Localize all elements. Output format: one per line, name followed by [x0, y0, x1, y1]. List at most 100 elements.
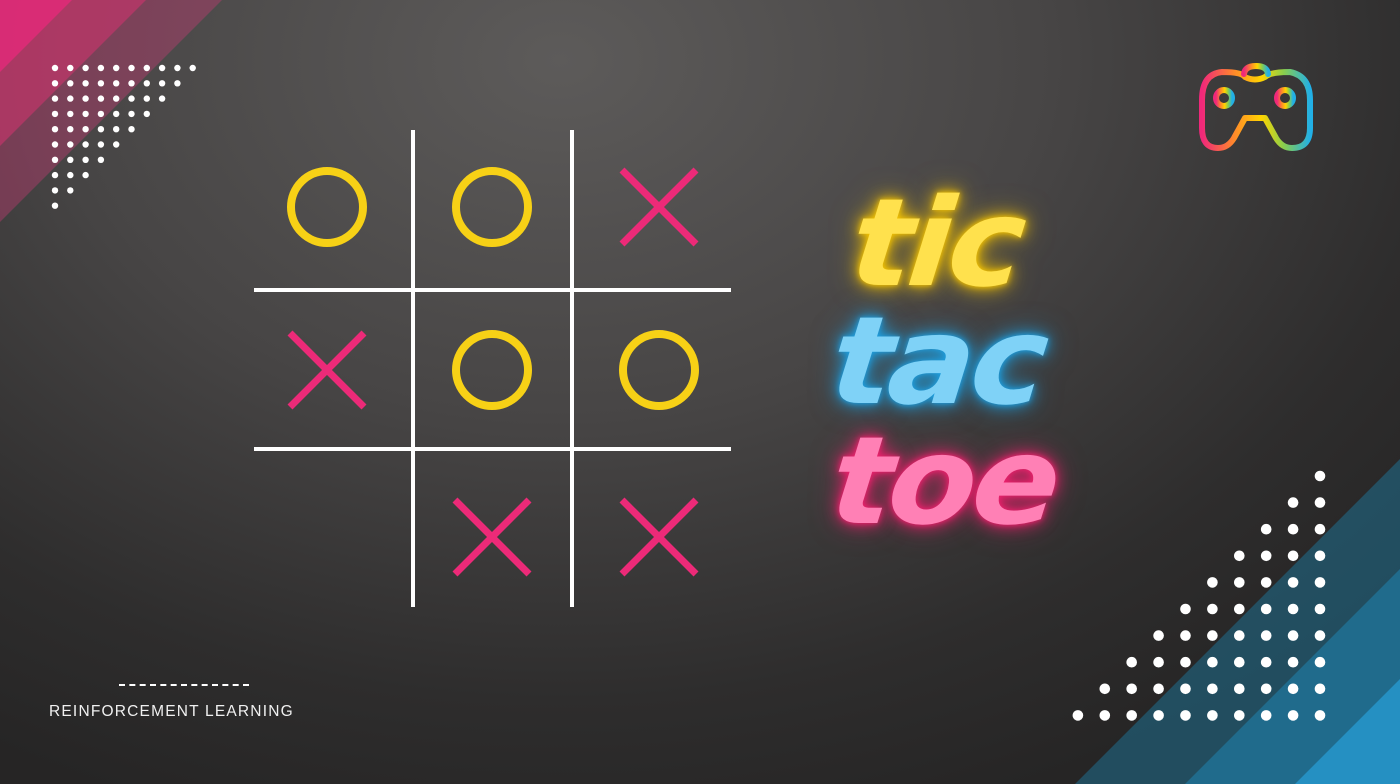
dot	[82, 126, 89, 133]
o-mark	[287, 167, 367, 247]
dot	[1314, 710, 1326, 721]
dot	[1234, 656, 1245, 668]
gamepad-icon	[1199, 63, 1313, 151]
dot	[67, 156, 74, 163]
dot	[128, 64, 135, 72]
dot	[1207, 577, 1218, 588]
dot	[128, 80, 135, 87]
dot	[1314, 470, 1326, 482]
dot	[1234, 577, 1245, 588]
dot	[1207, 630, 1218, 641]
dot	[1153, 630, 1164, 641]
dot	[51, 171, 59, 179]
o-mark	[452, 167, 532, 247]
dot	[1234, 550, 1245, 562]
dot	[51, 126, 59, 133]
dot	[51, 187, 59, 194]
x-mark	[452, 497, 532, 577]
blue-corner-stripes	[1075, 459, 1400, 784]
dot	[1314, 656, 1326, 668]
dot	[1180, 683, 1191, 695]
dot	[51, 202, 59, 209]
dot	[174, 64, 181, 72]
dot	[113, 141, 120, 148]
dot	[1260, 523, 1272, 535]
dot	[1287, 710, 1299, 721]
dot	[82, 156, 89, 163]
dot	[158, 64, 166, 72]
dashed-divider	[119, 684, 249, 686]
dot	[113, 110, 120, 118]
dot	[1287, 523, 1299, 535]
dot	[51, 156, 59, 163]
dot	[1314, 630, 1326, 641]
dot	[1260, 577, 1272, 588]
dot	[1314, 603, 1326, 615]
dot	[113, 64, 120, 72]
dot	[143, 80, 150, 87]
dot	[113, 95, 120, 102]
dot	[1234, 710, 1245, 721]
dot	[113, 126, 120, 133]
dot	[1180, 656, 1191, 668]
dot	[1287, 550, 1299, 562]
dot	[82, 141, 89, 148]
dot	[1260, 603, 1272, 615]
dot	[82, 95, 89, 102]
dot	[1287, 630, 1299, 641]
dot	[1234, 630, 1245, 641]
dot	[1180, 603, 1191, 615]
dot	[1260, 630, 1272, 641]
dot	[1287, 603, 1299, 615]
dot	[1234, 683, 1245, 695]
title-word-tac: tac	[824, 290, 1051, 433]
dot	[1126, 710, 1137, 721]
title-word-toe: toe	[824, 410, 1064, 553]
dot	[51, 95, 59, 102]
dot	[97, 156, 105, 163]
x-mark	[287, 330, 367, 410]
dot	[1126, 683, 1137, 695]
dot	[1287, 577, 1299, 588]
dot	[1180, 710, 1191, 721]
o-mark	[452, 330, 532, 410]
dot	[1314, 523, 1326, 535]
dot	[67, 110, 74, 118]
dot	[1260, 710, 1272, 721]
dot	[113, 80, 120, 87]
dot	[1260, 656, 1272, 668]
dot	[67, 95, 74, 102]
dot	[82, 110, 89, 118]
dot	[1207, 683, 1218, 695]
x-mark	[619, 497, 699, 577]
dot	[1260, 550, 1272, 562]
dot	[1207, 603, 1218, 615]
dot	[67, 171, 74, 179]
dot	[1207, 656, 1218, 668]
background-graphics	[0, 0, 1400, 784]
x-mark	[619, 167, 699, 247]
dot	[67, 141, 74, 148]
dot	[128, 110, 135, 118]
dot	[97, 64, 105, 72]
tic-tac-toe-board	[254, 130, 731, 607]
dot	[128, 95, 135, 102]
dot	[143, 110, 150, 118]
dot	[143, 64, 150, 72]
dot	[82, 80, 89, 87]
dot	[128, 126, 135, 133]
dot	[143, 95, 150, 102]
dot	[1234, 603, 1245, 615]
pink-corner-stripes	[0, 0, 222, 222]
title-word-tic: tic	[844, 172, 1029, 315]
dot	[51, 141, 59, 148]
caption-text: REINFORCEMENT LEARNING	[49, 703, 294, 720]
dot	[97, 95, 105, 102]
dot	[1287, 656, 1299, 668]
dot	[1153, 656, 1164, 668]
dot	[67, 80, 74, 87]
dot	[82, 64, 89, 72]
dot	[1260, 683, 1272, 695]
dot	[1287, 683, 1299, 695]
dot	[1180, 630, 1191, 641]
